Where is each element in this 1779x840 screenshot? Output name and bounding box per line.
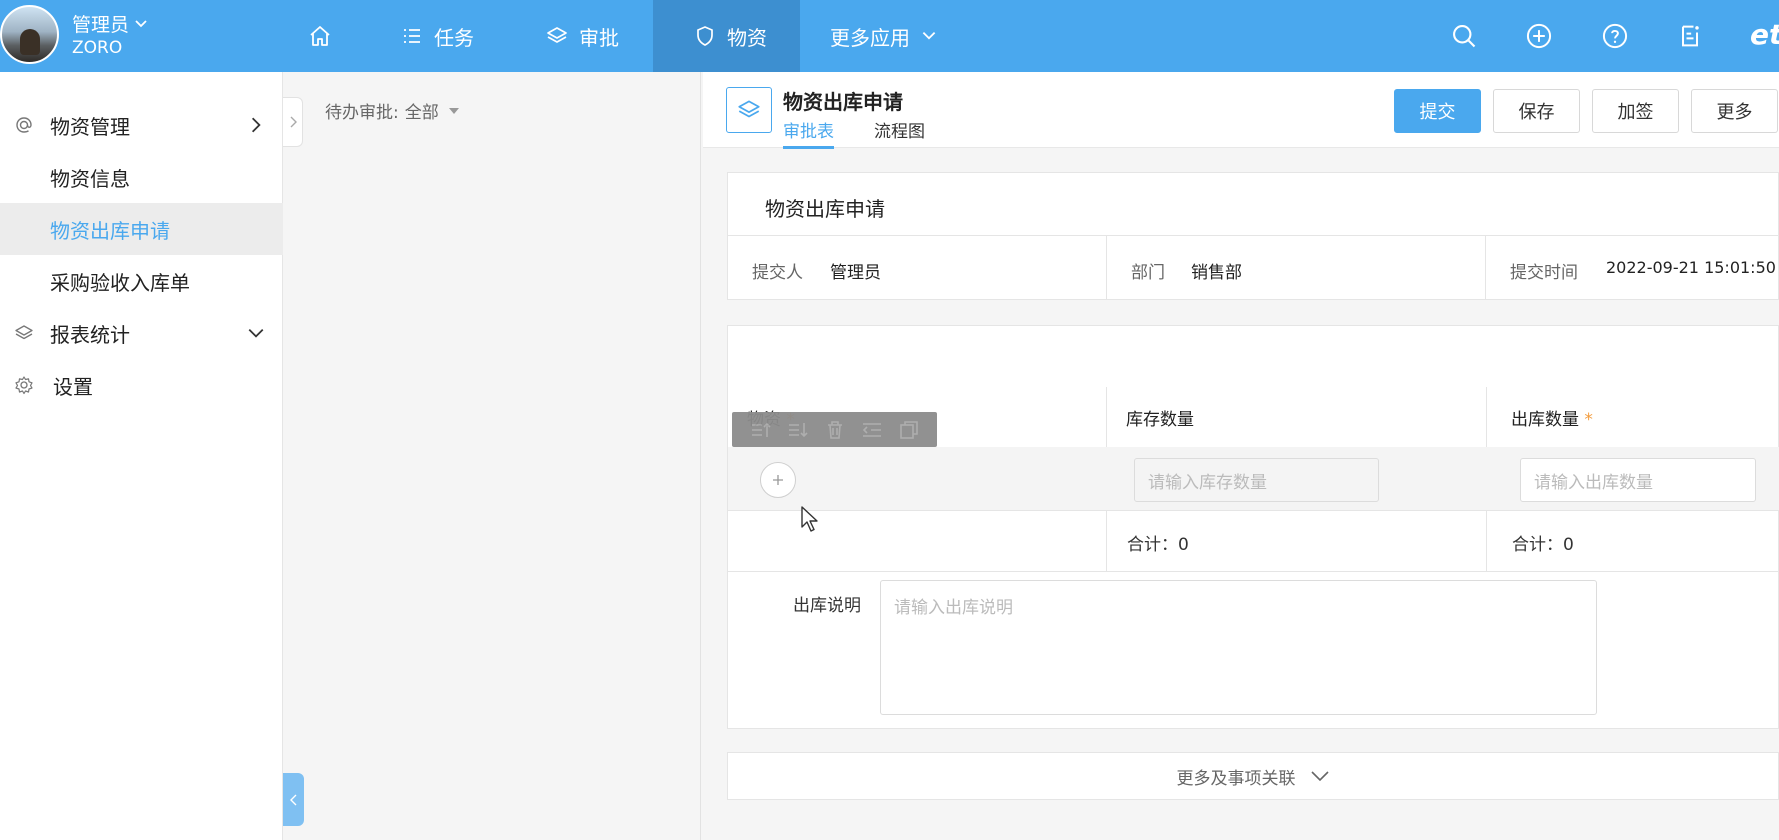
brand-logo: et [1750, 18, 1779, 51]
pending-filter[interactable]: 待办审批: 全部 [325, 98, 459, 123]
caret-down-icon [448, 107, 459, 114]
plus-icon [773, 475, 783, 485]
add-signer-button[interactable]: 加签 [1592, 89, 1679, 133]
description-label: 出库说明 [793, 596, 861, 616]
insert-row-above-icon[interactable] [749, 418, 773, 442]
layers-icon [15, 325, 33, 340]
chevron-right-icon [251, 117, 261, 133]
chevron-left-icon [289, 794, 296, 805]
pending-filter-value: 全部 [404, 103, 439, 123]
document-title: 物资出库申请 [783, 90, 903, 114]
top-nav-bar: 管理员 ZORO 任务 审批 物资 更多应用 et [0, 0, 1779, 72]
help-icon[interactable] [1601, 22, 1629, 50]
search-icon[interactable] [1450, 22, 1478, 50]
form-info-card [727, 172, 1779, 300]
sidebar-item-outbound-request[interactable]: 物资出库申请 [0, 203, 283, 255]
nav-tasks[interactable]: 任务 [400, 0, 474, 72]
sidebar-item-settings[interactable]: 设置 [0, 359, 283, 411]
nav-more-apps[interactable]: 更多应用 [830, 0, 938, 72]
divider [728, 571, 1779, 572]
save-button[interactable]: 保存 [1493, 89, 1580, 133]
tab-flowchart[interactable]: 流程图 [874, 117, 925, 142]
submit-time-value: 2022-09-21 15:01:50 [1606, 258, 1776, 277]
nav-materials[interactable]: 物资 [653, 0, 800, 72]
divider [728, 510, 1779, 511]
required-mark: * [1584, 410, 1593, 430]
home-icon [310, 26, 330, 46]
at-icon [16, 117, 32, 133]
expand-sidebar-handle[interactable] [283, 97, 303, 147]
pending-filter-label: 待办审批: [325, 103, 399, 123]
stock-total: 合计：0 [1127, 535, 1189, 555]
layers-icon [547, 27, 567, 43]
submit-button[interactable]: 提交 [1394, 89, 1481, 133]
user-account: ZORO [72, 38, 123, 58]
divider [727, 235, 1779, 236]
submit-time-label: 提交时间 [1510, 263, 1578, 283]
chevron-down-icon [922, 31, 936, 40]
tab-approval-form[interactable]: 审批表 [783, 117, 834, 149]
collapse-panel-handle[interactable] [283, 773, 304, 826]
nav-approval[interactable]: 审批 [545, 0, 619, 72]
outbound-quantity-input[interactable]: 请输入出库数量 [1520, 458, 1756, 502]
mouse-cursor-icon [801, 506, 818, 532]
sidebar: 物资管理 物资信息 物资出库申请 采购验收入库单 报表统计 设置 [0, 72, 283, 840]
chevron-down-icon [248, 328, 264, 338]
description-textarea[interactable]: 请输入出库说明 [880, 580, 1597, 715]
more-related-link[interactable]: 更多及事项关联 [727, 752, 1779, 800]
submitter-value: 管理员 [830, 263, 881, 283]
more-button[interactable]: 更多 [1691, 89, 1778, 133]
outbound-total: 合计：0 [1512, 535, 1574, 555]
nav-home[interactable] [308, 0, 332, 72]
row-action-toolbar [732, 412, 937, 447]
submitter-label: 提交人 [752, 263, 803, 283]
add-item-button[interactable] [760, 462, 796, 498]
column-header-outbound: 出库数量 * [1511, 410, 1593, 430]
chevron-right-icon [290, 116, 297, 128]
divider [1485, 235, 1486, 300]
report-icon[interactable] [1676, 22, 1704, 50]
column-header-stock: 库存数量 [1126, 410, 1194, 430]
stock-quantity-input[interactable]: 请输入库存数量 [1134, 458, 1379, 502]
insert-row-below-icon[interactable] [786, 418, 810, 442]
list-icon [404, 29, 420, 43]
sidebar-item-materials-info[interactable]: 物资信息 [0, 151, 283, 203]
sidebar-item-materials-management[interactable]: 物资管理 [0, 99, 283, 151]
chevron-down-icon [1310, 771, 1329, 782]
chevron-down-icon [135, 19, 147, 27]
divider [1106, 235, 1107, 300]
add-circle-icon[interactable] [1525, 22, 1553, 50]
avatar[interactable] [0, 5, 59, 64]
document-type-icon [726, 87, 772, 133]
shield-icon [697, 26, 713, 46]
form-title: 物资出库申请 [765, 197, 885, 221]
layers-icon [738, 100, 760, 118]
trash-icon[interactable] [823, 418, 847, 442]
copy-icon[interactable] [897, 418, 921, 442]
department-value: 销售部 [1191, 263, 1242, 283]
gear-icon [15, 376, 33, 395]
user-name: 管理员 [72, 14, 130, 36]
user-menu[interactable]: 管理员 [72, 10, 149, 37]
approval-list-panel [283, 72, 701, 840]
move-row-icon[interactable] [860, 418, 884, 442]
sidebar-item-purchase-receipt[interactable]: 采购验收入库单 [0, 255, 283, 307]
department-label: 部门 [1131, 263, 1165, 283]
sidebar-item-reports[interactable]: 报表统计 [0, 307, 283, 359]
